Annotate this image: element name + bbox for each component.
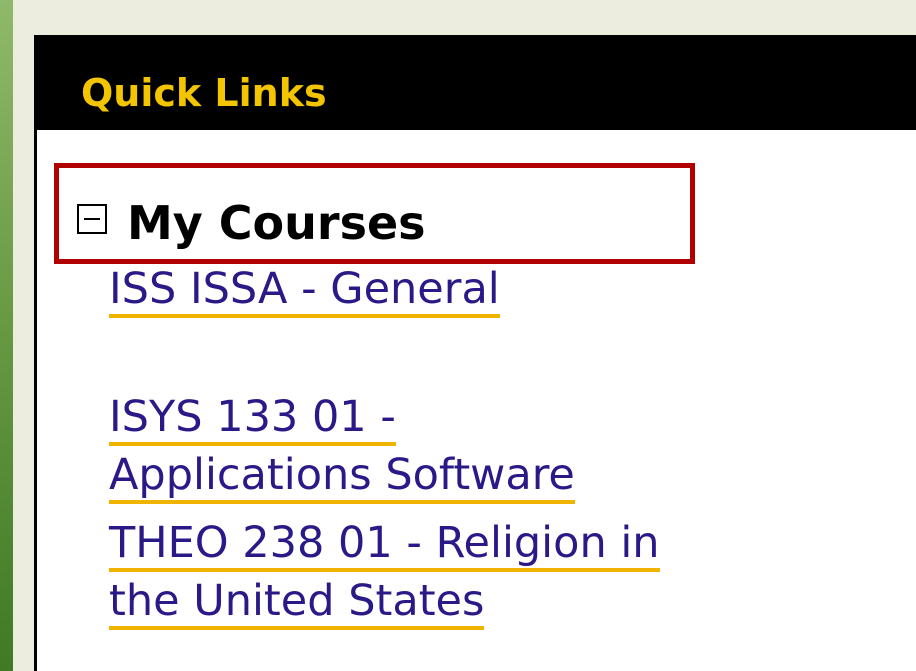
- course-link-isys-133[interactable]: ISYS 133 01 - Applications Software: [109, 392, 575, 504]
- course-link-line: ISYS 133 01 -: [109, 392, 396, 446]
- course-link-line: the United States: [109, 576, 485, 630]
- course-link-theo-238[interactable]: THEO 238 01 - Religion in the United Sta…: [109, 518, 660, 630]
- collapse-icon[interactable]: [77, 204, 107, 234]
- my-courses-title: My Courses: [127, 196, 426, 250]
- quick-links-body: My Courses ISS ISSA - General ISYS 133 0…: [37, 130, 916, 671]
- quick-links-title: Quick Links: [81, 71, 327, 115]
- quick-links-panel: Quick Links My Courses ISS ISSA - Genera…: [34, 35, 916, 671]
- quick-links-header: Quick Links: [37, 35, 916, 130]
- left-border-stripe: [0, 0, 13, 671]
- course-link-line: Applications Software: [109, 450, 575, 504]
- course-link-iss-issa-general[interactable]: ISS ISSA - General: [109, 264, 500, 318]
- course-link-line: THEO 238 01 - Religion in: [109, 518, 660, 572]
- top-page-band: [13, 0, 916, 35]
- course-link-line: ISS ISSA - General: [109, 264, 500, 318]
